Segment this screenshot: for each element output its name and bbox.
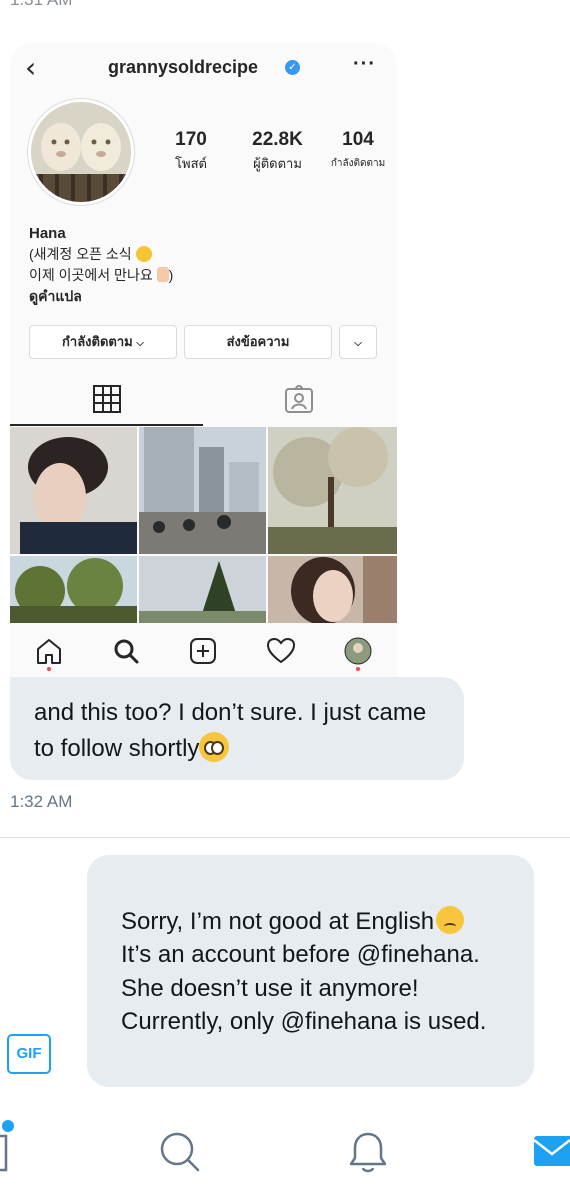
ig-tabs — [10, 373, 397, 427]
stat-followers-value: 22.8K — [252, 129, 303, 150]
bio-name: Hana — [29, 225, 66, 242]
home-icon[interactable] — [35, 637, 63, 665]
photo-thumbnail[interactable] — [139, 427, 266, 554]
profile-notification-dot — [2, 1120, 14, 1132]
message-text-rest: It’s an account before @finehana. She do… — [121, 941, 487, 1035]
stat-followers[interactable]: 22.8K ผู้ติดตาม — [240, 129, 315, 174]
chevron-down-icon: ⌵ — [354, 338, 362, 349]
bio-line-2-end: ) — [168, 267, 174, 283]
tagged-icon[interactable] — [285, 385, 313, 413]
ig-username: grannysoldrecipe — [108, 57, 259, 77]
suggestions-button[interactable]: ⌵ — [339, 325, 377, 359]
search-icon[interactable] — [112, 637, 140, 665]
home-icon[interactable] — [0, 1130, 14, 1174]
bio-line-2-text: 이제 이곳에서 만나요 — [29, 267, 157, 283]
notification-dot — [47, 667, 51, 671]
back-icon: ‹ — [25, 51, 37, 84]
grid-icon[interactable] — [93, 385, 121, 413]
smile-emoji-icon — [135, 246, 152, 262]
bio-line-1: (새계정 오픈 소식 — [29, 244, 173, 265]
stat-posts[interactable]: 170 โพสต์ — [160, 129, 222, 174]
heart-icon[interactable] — [266, 637, 296, 665]
search-icon[interactable] — [158, 1130, 202, 1174]
message-timestamp: 1:32 AM — [10, 792, 73, 811]
more-icon: ··· — [353, 53, 376, 75]
stat-posts-value: 170 — [175, 129, 207, 150]
gif-button[interactable]: GIF — [7, 1034, 51, 1074]
bell-icon[interactable] — [346, 1130, 390, 1174]
bottom-tab-bar — [0, 1110, 570, 1194]
photo-thumbnail[interactable] — [10, 427, 137, 554]
bio-translate-link[interactable]: ดูคำแปล — [29, 286, 173, 307]
divider — [0, 837, 570, 838]
active-tab-indicator — [10, 424, 203, 426]
stat-followers-label: ผู้ติดตาม — [253, 156, 302, 171]
following-button[interactable]: กำลังติดตาม ⌵ — [29, 325, 177, 359]
stat-posts-label: โพสต์ — [175, 156, 207, 171]
sad-face-emoji-icon — [436, 905, 465, 934]
photo-thumbnail[interactable] — [10, 556, 137, 623]
hand-emoji-icon — [156, 267, 169, 282]
mail-icon[interactable] — [534, 1134, 570, 1168]
photo-thumbnail[interactable] — [268, 556, 397, 623]
message-text-line-1: Sorry, I’m not good at English — [121, 907, 435, 935]
status-time: 1:31 AM — [10, 0, 72, 10]
message-bubble-outgoing[interactable]: Sorry, I’m not good at English It’s an a… — [87, 855, 534, 1087]
pleading-face-emoji-icon — [199, 732, 230, 762]
ig-bio: Hana (새계정 오픈 소식 이제 이곳에서 만나요 ) ดูคำแปล — [29, 223, 173, 307]
message-button[interactable]: ส่งข้อความ — [184, 325, 332, 359]
ig-header: ‹ grannysoldrecipe ✓ ··· — [10, 43, 397, 93]
bio-line-2: 이제 이곳에서 만나요 ) — [29, 265, 173, 286]
message-button-label: ส่งข้อความ — [226, 334, 290, 349]
photo-thumbnail[interactable] — [139, 556, 266, 623]
profile-icon[interactable] — [344, 637, 372, 665]
stat-following-label: กำลังติดตาม — [330, 158, 386, 169]
image-attachment[interactable]: ‹ grannysoldrecipe ✓ ··· 170 โพสต์ 22.8K… — [10, 43, 397, 677]
bio-line-1-text: (새계정 오픈 소식 — [29, 246, 136, 262]
following-button-label: กำลังติดตาม — [62, 334, 133, 349]
ig-avatar — [28, 99, 134, 205]
notification-dot — [356, 667, 360, 671]
message-text: Sorry, I’m not good at English It’s an a… — [121, 905, 487, 1036]
message-bubble-incoming[interactable]: and this too? I don’t sure. I just came … — [10, 677, 464, 780]
ig-stats: 170 โพสต์ 22.8K ผู้ติดตาม 104 กำลังติดตา… — [160, 129, 395, 173]
stat-following-value: 104 — [342, 129, 374, 150]
photo-thumbnail[interactable] — [268, 427, 397, 554]
stat-following[interactable]: 104 กำลังติดตาม — [322, 129, 394, 171]
ig-bottom-nav — [10, 623, 397, 677]
message-text: and this too? I don’t sure. I just came … — [34, 699, 427, 762]
verified-icon: ✓ — [285, 60, 300, 75]
add-icon[interactable] — [189, 637, 217, 665]
chevron-down-icon: ⌵ — [136, 338, 144, 349]
